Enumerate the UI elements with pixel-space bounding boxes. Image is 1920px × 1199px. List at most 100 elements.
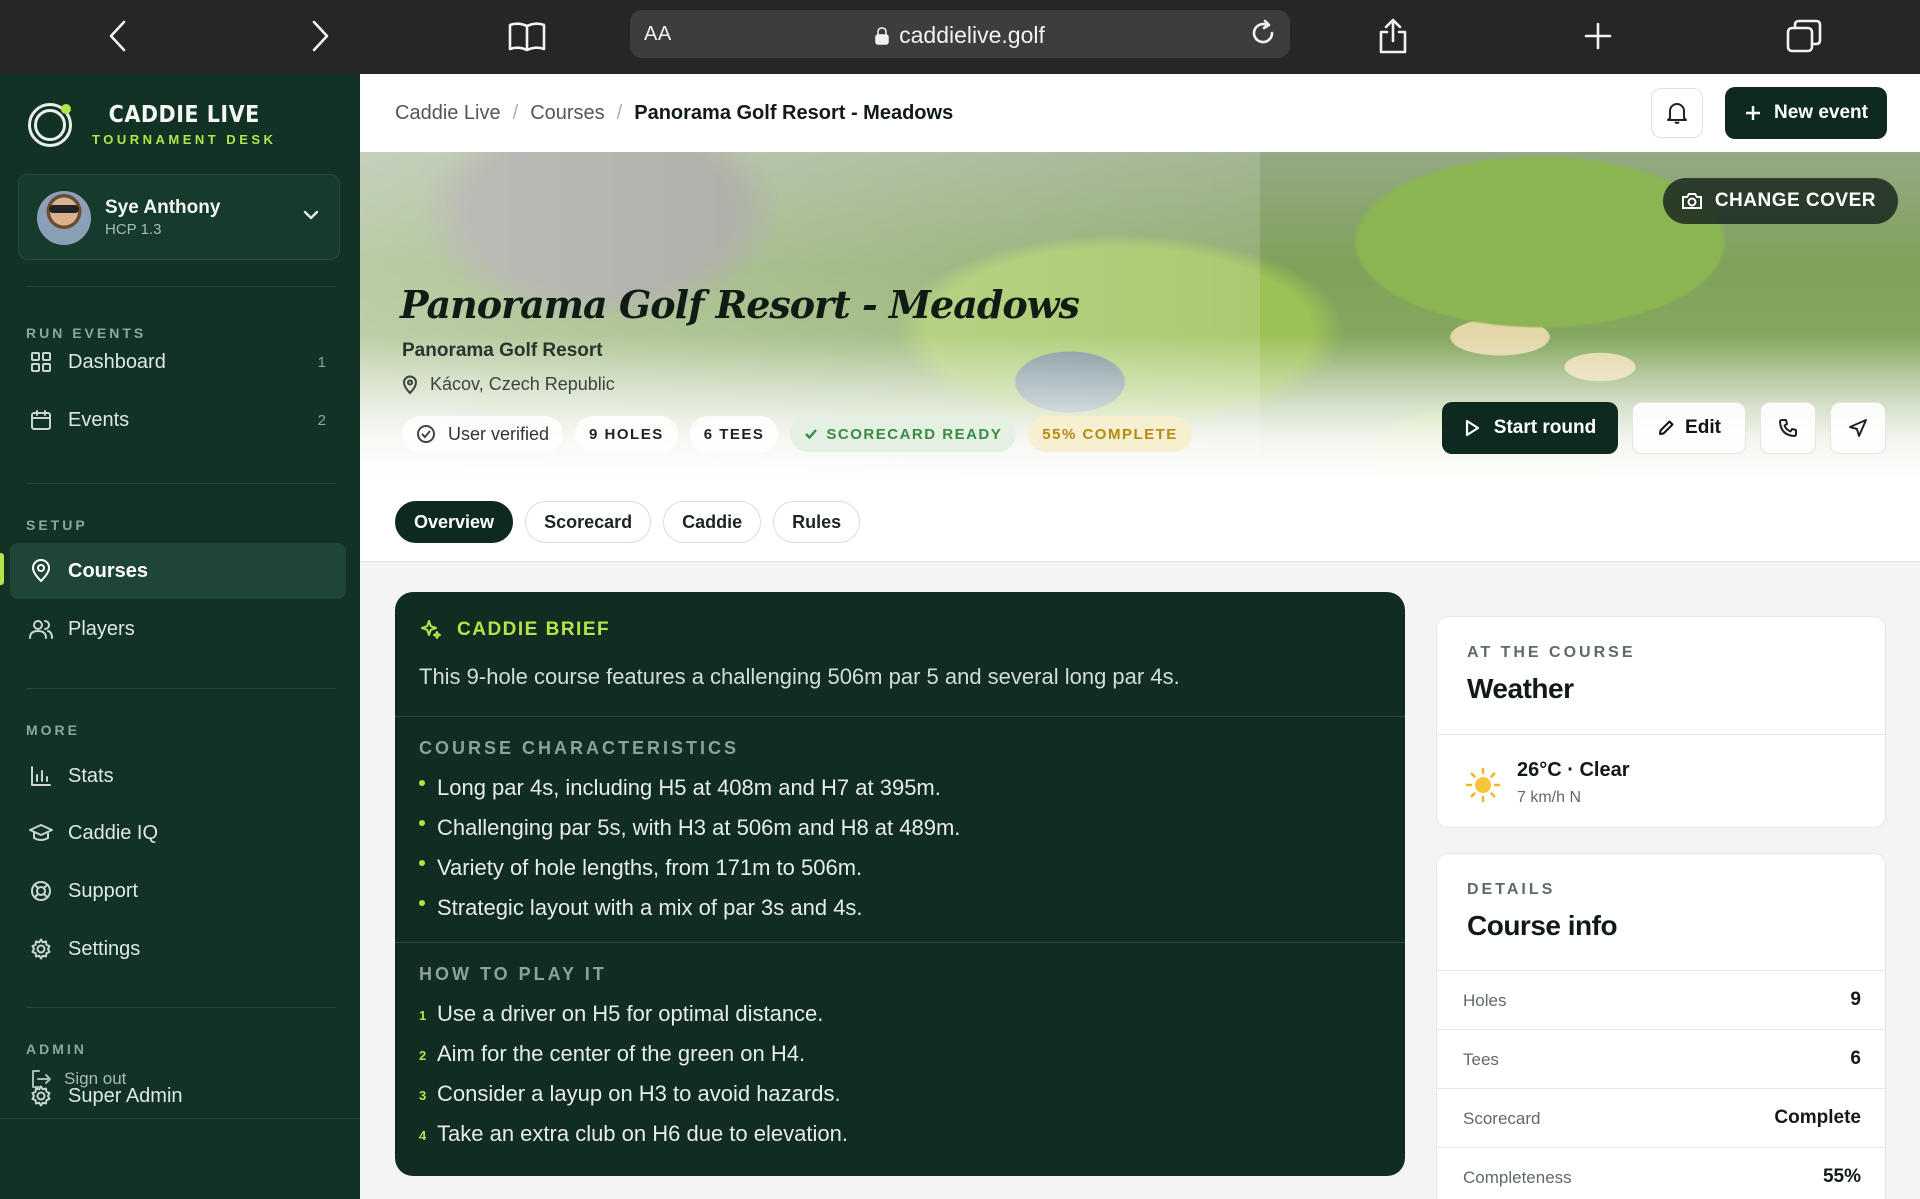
- holes-badge: 9 HOLES: [575, 416, 678, 452]
- course-info-title: Course info: [1467, 910, 1618, 941]
- weather-title: Weather: [1467, 673, 1574, 704]
- section-label-admin: ADMIN: [26, 1041, 87, 1057]
- user-switcher[interactable]: Sye Anthony HCP 1.3: [18, 174, 340, 260]
- sidebar-item-players[interactable]: Players: [10, 601, 346, 657]
- scorecard-status-badge: SCORECARD READY: [790, 416, 1017, 452]
- sidebar-item-stats[interactable]: Stats: [10, 748, 346, 804]
- sidebar-divider: [26, 688, 336, 689]
- bell-icon: [1667, 103, 1687, 124]
- list-item: Challenging par 5s, with H3 at 506m and …: [419, 808, 960, 848]
- tabs-overview-icon[interactable]: [1782, 14, 1826, 58]
- user-name: Sye Anthony: [105, 197, 221, 218]
- table-row: Holes 9: [1437, 970, 1885, 1029]
- pencil-icon: [1659, 420, 1674, 435]
- sign-out-label: Sign out: [64, 1069, 127, 1088]
- url-display[interactable]: caddielive.golf: [630, 22, 1290, 49]
- sidebar-item-support[interactable]: Support: [10, 863, 346, 919]
- course-hero: CHANGE COVER Panorama Golf Resort - Mead…: [360, 152, 1920, 484]
- start-round-button[interactable]: Start round: [1442, 402, 1618, 454]
- step-number: 2: [419, 1047, 427, 1063]
- sidebar-item-settings[interactable]: Settings: [10, 921, 346, 977]
- share-icon[interactable]: [1371, 14, 1415, 58]
- brand[interactable]: CADDIE LIVE TOURNAMENT DESK: [28, 102, 276, 147]
- caddie-brief-heading: CADDIE BRIEF: [419, 618, 610, 642]
- sidebar-item-label: Players: [68, 617, 135, 640]
- notifications-button[interactable]: [1651, 88, 1703, 138]
- avatar: [37, 191, 91, 245]
- gear-icon: [28, 936, 54, 962]
- list-item-text: Challenging par 5s, with H3 at 506m and …: [437, 815, 961, 840]
- how-to-play-list: 1 Use a driver on H5 for optimal distance…: [419, 994, 848, 1154]
- tab-caddie[interactable]: Caddie: [663, 501, 762, 543]
- course-info-card: DETAILS Course info Holes 9 Tees 6 Score…: [1436, 853, 1886, 1199]
- sidebar-divider: [26, 483, 336, 484]
- sidebar-item-dashboard[interactable]: Dashboard 1: [10, 334, 346, 390]
- sidebar-item-label: Events: [68, 408, 130, 431]
- course-tabs-bar: Overview Scorecard Caddie Rules: [360, 484, 1920, 562]
- url-text: caddielive.golf: [899, 22, 1045, 48]
- sidebar-item-count: 1: [317, 353, 326, 371]
- list-item: 4 Take an extra club on H6 due to elevati…: [419, 1114, 848, 1154]
- list-item-text: Consider a layup on H3 to avoid hazards.: [437, 1081, 841, 1106]
- caddie-brief-title: CADDIE BRIEF: [457, 619, 611, 640]
- sign-out-icon: [32, 1070, 51, 1088]
- bookmarks-icon[interactable]: [505, 14, 549, 58]
- edit-course-button[interactable]: Edit: [1632, 402, 1746, 454]
- list-item: Long par 4s, including H5 at 408m and H7…: [419, 768, 960, 808]
- caddie-brief-summary: This 9-hole course features a challengin…: [419, 664, 1180, 689]
- reload-icon[interactable]: [1248, 18, 1278, 53]
- sidebar-item-count: 2: [317, 411, 326, 429]
- address-bar[interactable]: AA caddielive.golf: [630, 10, 1290, 58]
- browser-toolbar: AA caddielive.golf: [0, 0, 1920, 74]
- tab-rules[interactable]: Rules: [773, 501, 861, 543]
- list-item-text: Use a driver on H5 for optimal distance.: [437, 1001, 824, 1026]
- dashboard-icon: [28, 349, 54, 375]
- sign-out-button[interactable]: Sign out: [30, 1068, 126, 1090]
- sidebar-item-label: Courses: [68, 559, 149, 582]
- course-info-eyebrow: DETAILS: [1467, 881, 1556, 898]
- tab-overview[interactable]: Overview: [395, 501, 514, 543]
- list-item-text: Aim for the center of the green on H4.: [437, 1041, 806, 1066]
- call-course-button[interactable]: [1760, 402, 1816, 454]
- course-tabs: Overview Scorecard Caddie Rules: [395, 501, 872, 543]
- sidebar-item-label: Dashboard: [68, 350, 166, 373]
- calendar-icon: [28, 407, 54, 433]
- list-item: Variety of hole lengths, from 171m to 50…: [419, 848, 960, 888]
- directions-button[interactable]: [1830, 402, 1886, 454]
- change-cover-label: CHANGE COVER: [1714, 190, 1876, 211]
- camera-icon: [1681, 193, 1702, 209]
- weather-condition: 26°C · Clear: [1517, 759, 1630, 781]
- how-to-play-heading: HOW TO PLAY IT: [419, 964, 607, 984]
- check-circle-icon: [417, 425, 435, 443]
- step-number: 4: [419, 1127, 427, 1143]
- breadcrumb-link-home[interactable]: Caddie Live: [395, 102, 501, 125]
- breadcrumb-link-courses[interactable]: Courses: [530, 102, 604, 125]
- new-event-label: New event: [1774, 102, 1868, 123]
- new-event-button[interactable]: New event: [1725, 87, 1887, 139]
- new-tab-icon[interactable]: [1576, 14, 1620, 58]
- location-text: Kácov, Czech Republic: [430, 374, 615, 394]
- lock-icon: [875, 24, 889, 45]
- section-label-setup: SETUP: [26, 517, 88, 533]
- course-characteristics-heading: COURSE CHARACTERISTICS: [419, 738, 740, 758]
- sidebar-item-label: Stats: [68, 764, 114, 787]
- top-bar: Caddie Live / Courses / Panorama Golf Re…: [360, 74, 1920, 152]
- sidebar-item-caddie-iq[interactable]: Caddie IQ: [10, 805, 346, 861]
- edit-label: Edit: [1685, 417, 1721, 438]
- play-icon: [1465, 419, 1479, 437]
- tees-badge: 6 TEES: [689, 416, 779, 452]
- sidebar-item-courses[interactable]: Courses: [10, 543, 346, 599]
- back-icon[interactable]: [96, 14, 140, 58]
- breadcrumb-separator: /: [616, 102, 623, 124]
- sidebar-item-label: Settings: [68, 937, 141, 960]
- check-icon: [805, 429, 818, 440]
- sidebar-item-label: Caddie IQ: [68, 821, 159, 844]
- breadcrumb: Caddie Live / Courses / Panorama Golf Re…: [395, 102, 953, 125]
- info-value: 55%: [1822, 1166, 1861, 1187]
- forward-icon[interactable]: [298, 14, 342, 58]
- change-cover-button[interactable]: CHANGE COVER: [1662, 178, 1898, 224]
- tab-scorecard[interactable]: Scorecard: [525, 501, 652, 543]
- brief-divider: [395, 716, 1405, 717]
- sidebar-item-events[interactable]: Events 2: [10, 392, 346, 448]
- scorecard-status-label: SCORECARD READY: [826, 425, 1003, 443]
